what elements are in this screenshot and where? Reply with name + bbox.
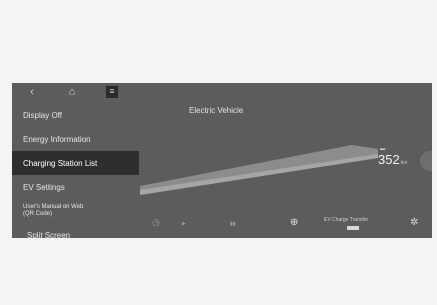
range-value: 352	[378, 152, 400, 167]
menu-item-charging-station-list[interactable]: Charging Station List	[12, 151, 139, 175]
plus-icon[interactable]: ⊕	[290, 217, 298, 228]
page-title: Electric Vehicle	[189, 106, 244, 115]
menu-item-display-off[interactable]: Display Off	[12, 103, 139, 127]
play-icon: ▶	[182, 221, 186, 227]
menu-item-ev-settings[interactable]: EV Settings	[12, 175, 139, 199]
ev-charge-transfer-label: EV Charge Transfer	[324, 217, 369, 223]
menu-item-label: User's Manual on Web	[23, 204, 84, 210]
clock-icon: ◷	[152, 217, 160, 227]
gear-icon[interactable]: ✲	[410, 217, 418, 228]
home-icon[interactable]: ⌂	[52, 83, 92, 100]
menu-button[interactable]: ≡	[92, 83, 132, 100]
bottom-bar	[12, 211, 432, 238]
range-display: ▬· 352km	[378, 146, 408, 167]
infotainment-screen: ‹ ⌂ ≡ Electric Vehicle Display Off Energ…	[12, 83, 432, 238]
pause-icon: ▮▮	[230, 221, 236, 227]
range-icon: ▬·	[380, 146, 387, 152]
range-unit: km	[400, 160, 408, 166]
top-bar: ‹ ⌂ ≡	[12, 83, 134, 100]
menu-icon: ≡	[106, 85, 118, 98]
ev-charge-transfer-button[interactable]	[347, 226, 359, 230]
menu-item-energy-information[interactable]: Energy Information	[12, 127, 139, 151]
back-icon[interactable]: ‹	[12, 83, 52, 100]
